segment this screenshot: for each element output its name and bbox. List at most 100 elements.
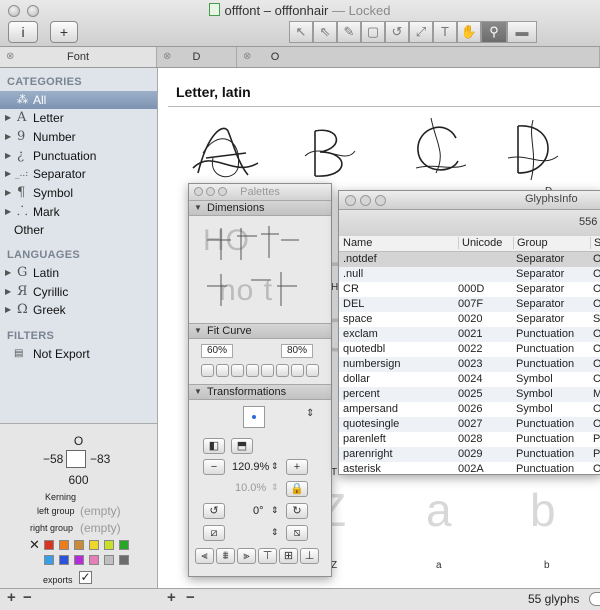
- zoom-panel-button[interactable]: [218, 187, 227, 196]
- slant-right-icon[interactable]: ⧅: [286, 525, 308, 541]
- right-sidebearing[interactable]: −83: [90, 452, 110, 466]
- pencil-icon[interactable]: ✎: [337, 21, 361, 43]
- color-swatch[interactable]: [44, 540, 54, 550]
- sidebar-item-symbol[interactable]: ▶ ¶ Symbol: [0, 184, 157, 202]
- column-header-subgroup[interactable]: Su: [590, 237, 600, 249]
- add-category-button[interactable]: +: [7, 589, 16, 606]
- fit-curve-preset-button[interactable]: [201, 364, 214, 377]
- glyph-cell-b[interactable]: [300, 126, 360, 182]
- fit-curve-preset-button[interactable]: [246, 364, 259, 377]
- add-glyph-button[interactable]: +: [50, 21, 78, 43]
- tab-font[interactable]: ⊗ Font: [0, 47, 157, 67]
- table-row[interactable]: DEL 007F Separator O: [339, 297, 600, 312]
- table-row[interactable]: exclam 0021 Punctuation O: [339, 327, 600, 342]
- table-row[interactable]: parenright 0029 Punctuation Pa: [339, 447, 600, 462]
- align-center-icon[interactable]: ⩩: [216, 548, 235, 564]
- disclosure-triangle-icon[interactable]: ▶: [5, 184, 11, 202]
- tab-d[interactable]: ⊗ D: [157, 47, 237, 67]
- minimize-window-button[interactable]: [360, 195, 371, 206]
- align-right-icon[interactable]: ⫸: [237, 548, 256, 564]
- disclosure-triangle-icon[interactable]: ▶: [5, 203, 11, 221]
- rotate-stepper-icon[interactable]: ⇕: [271, 505, 279, 516]
- scale-up-button[interactable]: +: [286, 459, 308, 475]
- add-glyph-footer-button[interactable]: +: [167, 589, 176, 606]
- text-icon[interactable]: T: [433, 21, 457, 43]
- fit-curve-preset-button[interactable]: [231, 364, 244, 377]
- slant-stepper-icon[interactable]: ⇕: [271, 527, 279, 538]
- color-swatch[interactable]: [59, 555, 69, 565]
- disclosure-triangle-icon[interactable]: ▶: [5, 301, 11, 319]
- flip-vertical-icon[interactable]: ⬒: [231, 438, 253, 454]
- close-window-button[interactable]: [345, 195, 356, 206]
- sidebar-item-mark[interactable]: ▶ ⸫ Mark: [0, 203, 157, 221]
- color-swatch[interactable]: [104, 555, 114, 565]
- remove-category-button[interactable]: −: [23, 589, 32, 606]
- info-button[interactable]: i: [8, 21, 38, 43]
- slant-left-icon[interactable]: ⧄: [203, 525, 225, 541]
- table-row[interactable]: quotedbl 0022 Punctuation O: [339, 342, 600, 357]
- align-bottom-icon[interactable]: ⊥: [300, 548, 319, 564]
- sidebar-item-greek[interactable]: ▶ Ω Greek: [0, 301, 157, 319]
- lock-icon[interactable]: 🔒: [286, 481, 308, 497]
- glyph-cell-d[interactable]: [503, 118, 563, 182]
- scale-secondary-stepper-icon[interactable]: ⇕: [271, 482, 279, 493]
- table-row[interactable]: CR 000D Separator O: [339, 282, 600, 297]
- close-tab-icon[interactable]: ⊗: [6, 47, 14, 67]
- table-row[interactable]: percent 0025 Symbol M: [339, 387, 600, 402]
- glyph-cell-a[interactable]: [188, 123, 268, 181]
- remove-glyph-footer-button[interactable]: −: [186, 589, 195, 606]
- color-swatch[interactable]: [59, 540, 69, 550]
- column-header-group[interactable]: Group: [513, 237, 548, 249]
- disclosure-triangle-icon[interactable]: ▶: [5, 109, 11, 127]
- rotate-field[interactable]: 0°: [253, 505, 264, 517]
- zoom-window-button[interactable]: [375, 195, 386, 206]
- scale-icon[interactable]: ⤢: [409, 21, 433, 43]
- sidebar-item-all[interactable]: ⁂ All: [0, 91, 157, 109]
- color-swatch[interactable]: [44, 555, 54, 565]
- color-swatch[interactable]: [104, 540, 114, 550]
- table-row[interactable]: .notdef Separator O: [339, 252, 600, 267]
- minimize-panel-button[interactable]: [206, 187, 215, 196]
- sidebar-item-punctuation[interactable]: ▶ ¿ Punctuation: [0, 147, 157, 165]
- align-middle-icon[interactable]: ⊞: [279, 548, 298, 564]
- sidebar-item-separator[interactable]: ▶ _..: Separator: [0, 165, 157, 183]
- glyphs-info-titlebar[interactable]: GlyphsInfo: [339, 191, 600, 210]
- fit-curve-preset-button[interactable]: [261, 364, 274, 377]
- align-top-icon[interactable]: ⊤: [258, 548, 277, 564]
- close-tab-icon[interactable]: ⊗: [163, 47, 171, 67]
- sidebar-item-cyrillic[interactable]: ▶ Я Cyrillic: [0, 283, 157, 301]
- table-row[interactable]: parenleft 0028 Punctuation Pa: [339, 432, 600, 447]
- glyph-width[interactable]: 600: [0, 473, 157, 487]
- table-row[interactable]: asterisk 002A Punctuation O: [339, 462, 600, 474]
- close-tab-icon[interactable]: ⊗: [243, 47, 251, 67]
- disclosure-triangle-icon[interactable]: ▶: [5, 128, 11, 146]
- fit-curve-min-field[interactable]: 60%: [201, 344, 233, 358]
- zoom-icon[interactable]: ⚲: [481, 21, 507, 43]
- table-row[interactable]: space 0020 Separator Sp: [339, 312, 600, 327]
- column-header-name[interactable]: Name: [343, 237, 372, 249]
- clear-color-icon[interactable]: ✕: [29, 537, 40, 553]
- table-row[interactable]: dollar 0024 Symbol C: [339, 372, 600, 387]
- fit-curve-section-header[interactable]: ▼ Fit Curve: [189, 323, 331, 339]
- sidebar-item-latin[interactable]: ▶ G Latin: [0, 264, 157, 282]
- rotate-right-icon[interactable]: ↻: [286, 503, 308, 519]
- left-sidebearing[interactable]: −58: [43, 452, 63, 466]
- color-swatch[interactable]: [89, 555, 99, 565]
- fit-curve-preset-button[interactable]: [276, 364, 289, 377]
- select-icon[interactable]: ↖: [289, 21, 313, 43]
- rectangle-icon[interactable]: ▢: [361, 21, 385, 43]
- sidebar-item-letter[interactable]: ▶ A Letter: [0, 109, 157, 127]
- color-swatch[interactable]: [74, 540, 84, 550]
- fit-curve-preset-button[interactable]: [306, 364, 319, 377]
- scale-field[interactable]: 120.9%: [232, 461, 269, 473]
- scale-secondary-field[interactable]: 10.0%: [235, 482, 266, 494]
- tab-o[interactable]: ⊗ O: [237, 47, 600, 67]
- table-row[interactable]: numbersign 0023 Punctuation O: [339, 357, 600, 372]
- select-nodes-icon[interactable]: ⇖: [313, 21, 337, 43]
- fit-curve-preset-button[interactable]: [216, 364, 229, 377]
- disclosure-triangle-icon[interactable]: ▶: [5, 147, 11, 165]
- sidebar-item-not-export[interactable]: ▤ Not Export: [0, 345, 157, 363]
- color-swatch[interactable]: [89, 540, 99, 550]
- fit-curve-preset-button[interactable]: [291, 364, 304, 377]
- origin-selector-icon[interactable]: [243, 406, 265, 428]
